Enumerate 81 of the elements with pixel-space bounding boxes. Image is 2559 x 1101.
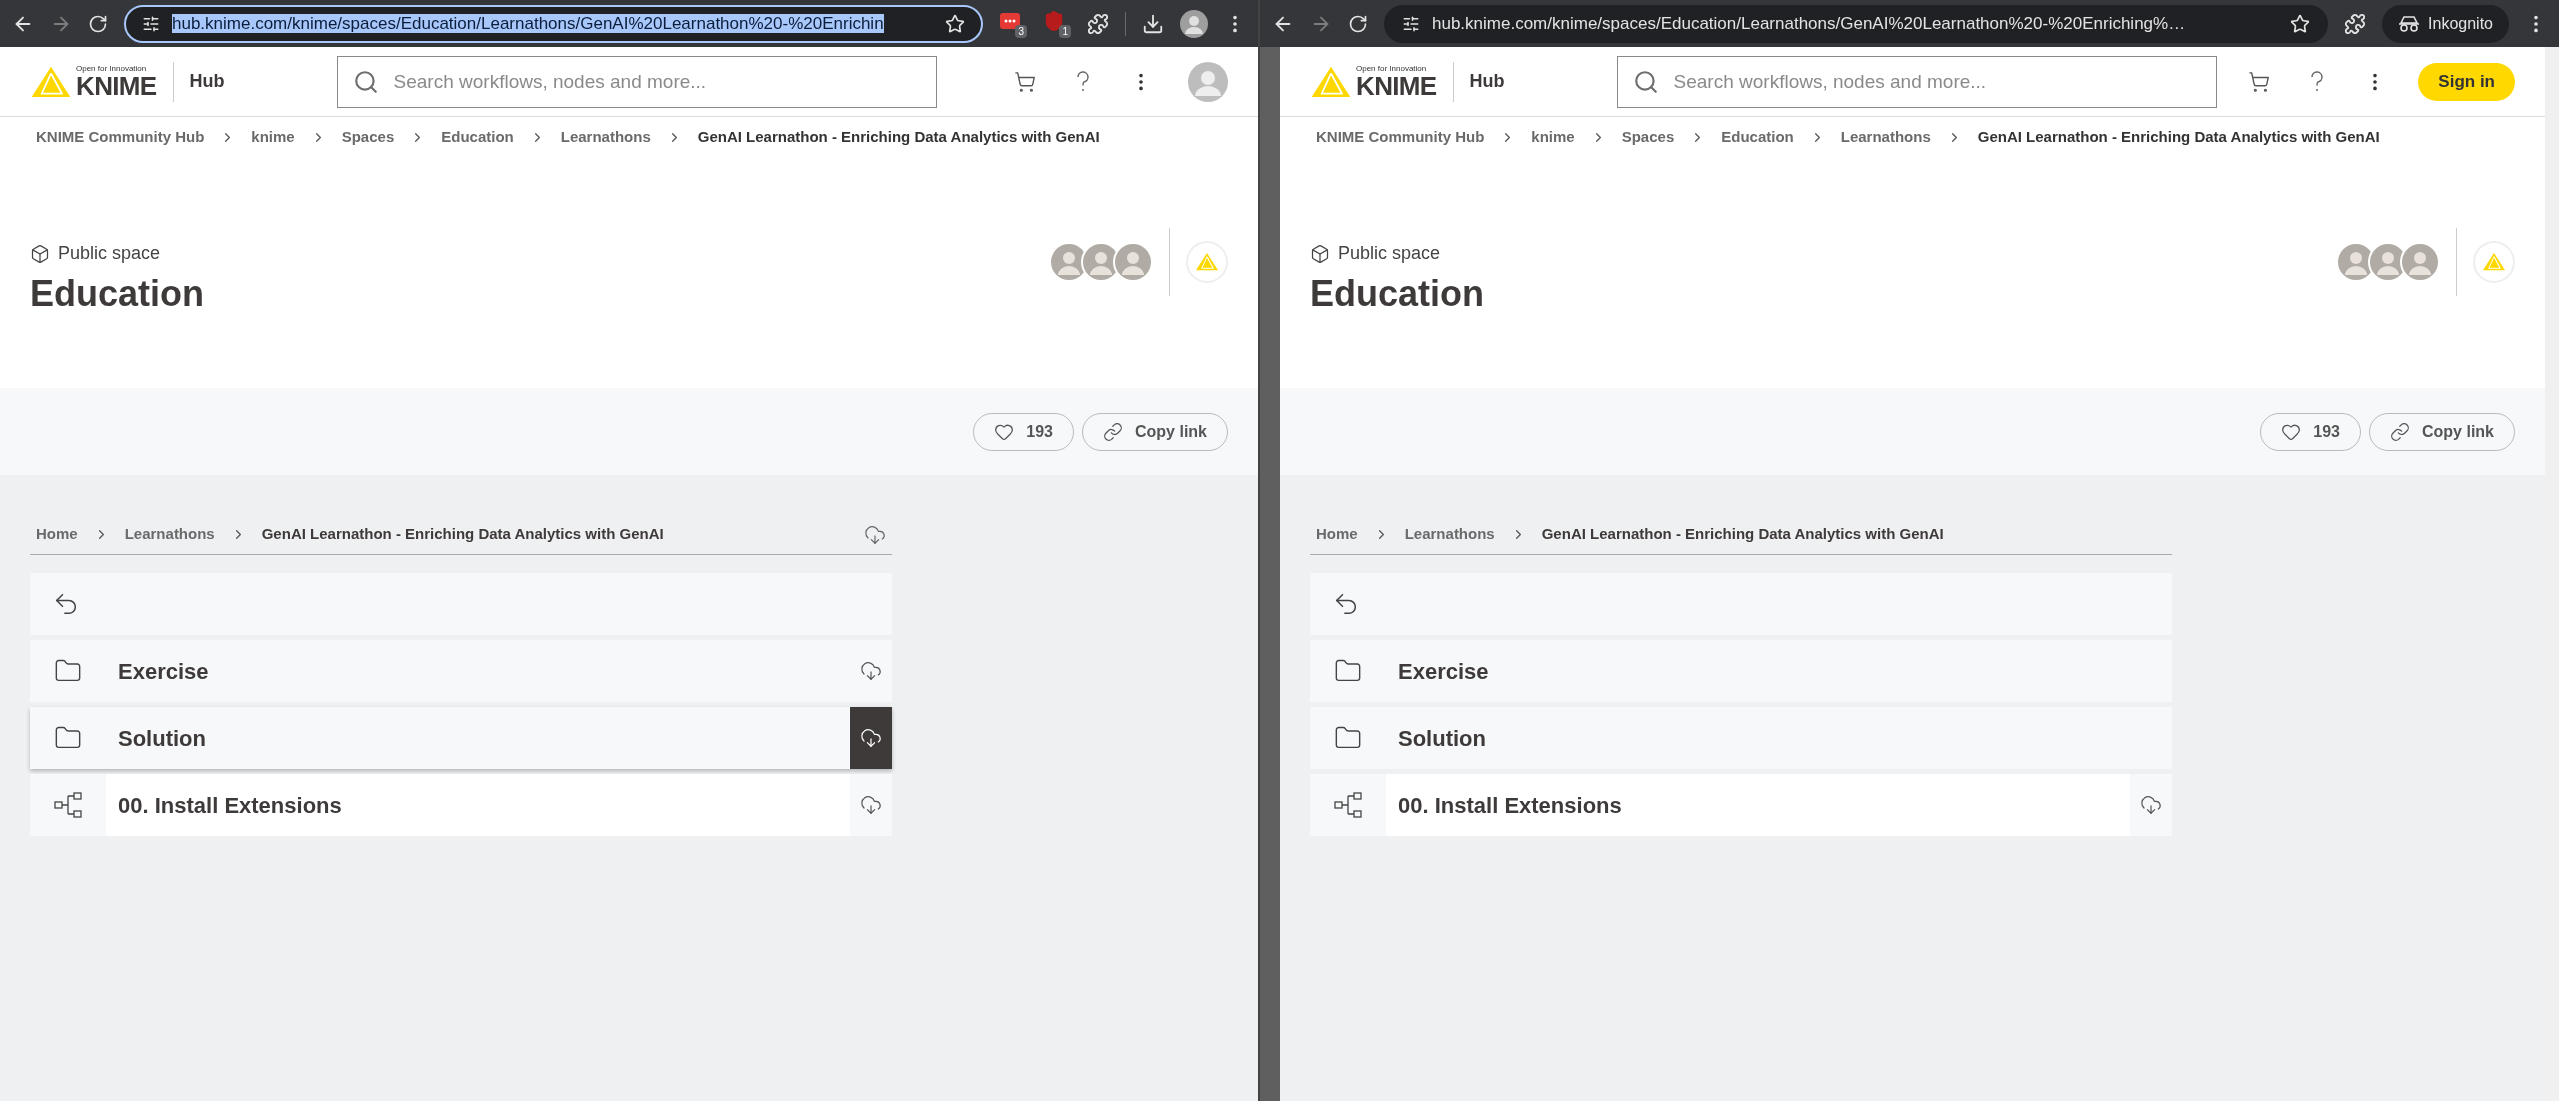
site-settings-icon[interactable] [142, 14, 160, 33]
incognito-chip[interactable]: Inkognito [2382, 4, 2509, 43]
download-icon[interactable] [1142, 12, 1164, 35]
item-name: Exercise [118, 657, 209, 686]
download-all-icon[interactable] [864, 523, 886, 546]
explorer-row[interactable]: Solution [30, 707, 892, 769]
space-type-label: Public space [1338, 242, 1441, 265]
explorer-row[interactable]: 00. Install Extensions [30, 774, 892, 836]
extensions-icon[interactable] [2344, 12, 2367, 35]
link-icon [2390, 421, 2410, 442]
item-name: 00. Install Extensions [118, 791, 342, 820]
search-icon [1632, 68, 1659, 95]
link-icon [1103, 421, 1123, 442]
cube-icon [30, 243, 50, 264]
breadcrumb-link[interactable]: GenAI Learnathon - Enriching Data Analytics with GenAI [697, 125, 1100, 149]
item-name: Solution [118, 724, 206, 753]
item-name: Exercise [1398, 657, 1489, 686]
profile-avatar[interactable] [1180, 9, 1208, 38]
item-name: Solution [1398, 724, 1486, 753]
incognito-icon [2398, 15, 2421, 32]
breadcrumb-link[interactable]: Education [441, 125, 514, 149]
reload-icon[interactable] [88, 13, 108, 34]
knime-logo-icon [30, 64, 72, 99]
breadcrumb-link[interactable]: Learnathons [1404, 523, 1495, 546]
extension-badge: 1 [1059, 24, 1071, 38]
breadcrumb-link[interactable]: GenAI Learnathon - Enriching Data Analytics with GenAI [1541, 523, 1944, 546]
workflow-icon [1333, 790, 1363, 820]
member-avatar [1113, 242, 1153, 282]
workflow-icon [53, 790, 83, 820]
reload-icon[interactable] [1348, 13, 1368, 34]
breadcrumb-link[interactable]: knime [251, 125, 295, 149]
breadcrumb-link[interactable]: KNIME Community Hub [36, 125, 205, 149]
explorer-row[interactable]: Solution [1310, 707, 2172, 769]
breadcrumb-link[interactable]: Education [1721, 125, 1794, 149]
breadcrumb-link[interactable]: Learnathons [124, 523, 215, 546]
address-bar[interactable]: hub.knime.com/knime/spaces/Education/Learnathons/GenAI%20Learnathon%20-%20Enrichin [124, 4, 983, 43]
knime-logo-icon [1310, 64, 1352, 99]
extension-badge: 3 [1015, 24, 1027, 38]
star-icon[interactable] [945, 13, 965, 34]
breadcrumb-link[interactable]: Home [1316, 523, 1358, 546]
explorer-row[interactable]: 00. Install Extensions [1310, 774, 2172, 836]
breadcrumb-link[interactable]: knime [1531, 125, 1575, 149]
search-field[interactable]: Search workflows, nodes and more... [336, 55, 937, 108]
extensions-icon[interactable] [1087, 12, 1109, 35]
search-icon [352, 68, 379, 95]
logo-tagline: Open for Innovation [76, 64, 148, 73]
download-button[interactable] [850, 707, 892, 769]
knime-logo-icon [1195, 252, 1219, 272]
cart-icon[interactable] [1014, 70, 1036, 93]
sign-in-button[interactable]: Sign in [2418, 62, 2515, 101]
explorer-row[interactable]: Exercise [30, 640, 892, 702]
hub-label[interactable]: Hub [1469, 68, 1505, 95]
address-bar[interactable]: hub.knime.com/knime/spaces/Education/Learnathons/GenAI%20Learnathon%20-%20Enriching%… [1384, 4, 2329, 43]
knime-logo-icon [2482, 252, 2506, 272]
member-avatar [2400, 242, 2440, 282]
help-icon[interactable] [1076, 70, 1090, 93]
cart-icon[interactable] [2248, 70, 2271, 93]
search-field[interactable]: Search workflows, nodes and more... [1616, 55, 2217, 108]
hub-label[interactable]: Hub [189, 68, 225, 95]
space-type-label: Public space [58, 242, 161, 265]
star-icon[interactable] [2290, 13, 2311, 34]
breadcrumb-link[interactable]: GenAI Learnathon - Enriching Data Analytics with GenAI [1977, 125, 2380, 149]
space-title: Education [30, 272, 204, 316]
cube-icon [1310, 243, 1330, 264]
url-text: hub.knime.com/knime/spaces/Education/Learnathons/GenAI%20Learnathon%20-%20Enriching%… [1432, 12, 2187, 35]
space-title: Education [1310, 272, 1484, 316]
breadcrumb-link[interactable]: Home [36, 523, 78, 546]
logo-wordmark: KNIME [76, 72, 157, 99]
breadcrumb-link[interactable]: Learnathons [560, 125, 651, 149]
item-name: 00. Install Extensions [1398, 791, 1622, 820]
breadcrumb-link[interactable]: KNIME Community Hub [1316, 125, 1485, 149]
logo-tagline: Open for Innovation [1356, 64, 1428, 73]
logo-wordmark: KNIME [1356, 72, 1437, 99]
breadcrumb-link[interactable]: GenAI Learnathon - Enriching Data Analytics with GenAI [261, 523, 664, 546]
explorer-row[interactable]: Exercise [1310, 640, 2172, 702]
url-text: hub.knime.com/knime/spaces/Education/Learnathons/GenAI%20Learnathon%20-%20Enrichin [172, 12, 885, 35]
breadcrumb-link[interactable]: Spaces [341, 125, 395, 149]
breadcrumb-link[interactable]: Learnathons [1840, 125, 1931, 149]
help-icon[interactable] [2310, 70, 2325, 93]
site-settings-icon[interactable] [1402, 14, 1420, 33]
breadcrumb-link[interactable]: Spaces [1621, 125, 1675, 149]
